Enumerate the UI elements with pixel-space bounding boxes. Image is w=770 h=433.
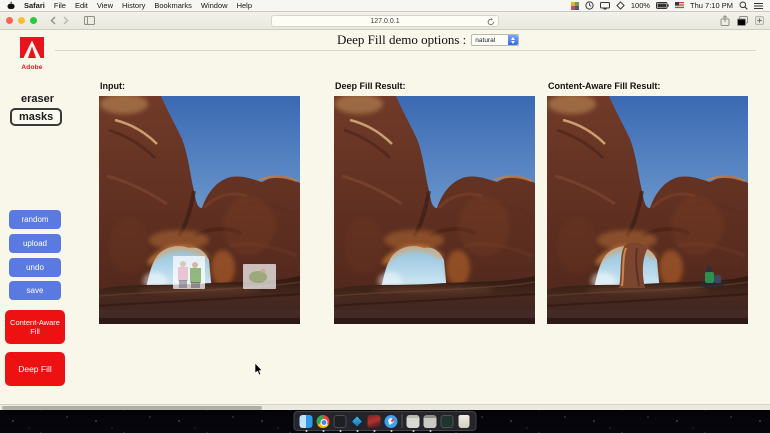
photos-icon[interactable]: [367, 414, 381, 432]
content-aware-result-label: Content-Aware Fill Result:: [548, 81, 661, 91]
input-image[interactable]: [99, 96, 300, 324]
dock-separator: [401, 414, 403, 428]
browser-toolbar: 127.0.0.1: [0, 12, 770, 30]
mouse-cursor: [254, 363, 263, 376]
menu-item-view[interactable]: View: [97, 1, 113, 10]
desktop: Safari File Edit View History Bookmarks …: [0, 0, 770, 433]
chrome-icon[interactable]: [316, 414, 330, 432]
adobe-logo: Adobe: [20, 37, 44, 71]
options-label: Deep Fill demo options :: [337, 32, 467, 47]
back-icon[interactable]: [50, 16, 56, 25]
options-dropdown[interactable]: natural: [471, 34, 520, 46]
forward-icon[interactable]: [63, 16, 69, 25]
clock-icon[interactable]: [585, 1, 594, 10]
deep-fill-result-label: Deep Fill Result:: [335, 81, 406, 91]
close-button[interactable]: [6, 17, 13, 24]
terminal-icon[interactable]: [333, 414, 347, 432]
adobe-logo-icon: [20, 37, 44, 58]
content-aware-result-image: [547, 96, 748, 324]
apple-icon[interactable]: [7, 1, 15, 10]
menu-item-bookmarks[interactable]: Bookmarks: [154, 1, 192, 10]
menu-item-edit[interactable]: Edit: [75, 1, 88, 10]
zoom-button[interactable]: [30, 17, 37, 24]
deep-fill-button[interactable]: Deep Fill: [5, 352, 65, 386]
dock: [293, 411, 477, 432]
divider: [55, 50, 756, 51]
battery-icon[interactable]: [656, 2, 669, 9]
content-aware-fill-button[interactable]: Content-Aware Fill: [5, 310, 65, 344]
menu-item-help[interactable]: Help: [237, 1, 252, 10]
minimized-window-1[interactable]: [406, 414, 420, 432]
masks-button[interactable]: masks: [10, 108, 63, 126]
upload-button[interactable]: upload: [9, 234, 61, 253]
options-selected-value: natural: [475, 36, 496, 44]
address-text: 127.0.0.1: [370, 17, 400, 25]
tab-overview-icon[interactable]: [737, 15, 748, 26]
virtualbox-icon[interactable]: [350, 414, 364, 432]
random-button[interactable]: random: [9, 210, 61, 229]
us-flag-icon[interactable]: [675, 2, 685, 9]
safari-icon[interactable]: [384, 414, 398, 432]
reload-icon[interactable]: [487, 18, 495, 26]
sidebar-icon[interactable]: [84, 16, 95, 25]
dropdown-arrows-icon: [508, 35, 519, 45]
minimized-window-2[interactable]: [423, 414, 437, 432]
share-icon[interactable]: [720, 15, 730, 26]
scrollbar-thumb[interactable]: [2, 406, 262, 410]
menu-item-file[interactable]: File: [54, 1, 66, 10]
finder-icon[interactable]: [299, 414, 313, 432]
menu-item-window[interactable]: Window: [201, 1, 228, 10]
address-bar[interactable]: 127.0.0.1: [271, 15, 499, 27]
display-icon[interactable]: [599, 1, 610, 10]
input-label: Input:: [100, 81, 125, 91]
menu-bar: Safari File Edit View History Bookmarks …: [0, 0, 770, 12]
horizontal-scrollbar[interactable]: [0, 404, 770, 410]
page-content: Adobe Deep Fill demo options : natural e…: [0, 30, 770, 409]
search-icon[interactable]: [739, 1, 748, 10]
eraser-tool[interactable]: eraser: [15, 93, 60, 105]
undo-button[interactable]: undo: [9, 258, 61, 277]
status-app-icon[interactable]: [570, 1, 579, 10]
save-button[interactable]: save: [9, 281, 61, 300]
dark-app-icon[interactable]: [440, 414, 454, 428]
adobe-logo-text: Adobe: [21, 64, 43, 71]
menu-list-icon[interactable]: [754, 2, 763, 10]
safari-window: 127.0.0.1 Adobe Deep Fill demo options:…: [0, 12, 770, 410]
deep-fill-result-image: [334, 96, 535, 324]
new-tab-icon[interactable]: [755, 16, 764, 25]
siri-icon[interactable]: [616, 1, 625, 10]
menu-item-safari[interactable]: Safari: [24, 1, 45, 10]
minimize-button[interactable]: [18, 17, 25, 24]
menu-clock[interactable]: Thu 7:10 PM: [690, 1, 733, 10]
battery-percent: 100%: [630, 1, 651, 10]
trash-icon[interactable]: [458, 414, 471, 428]
menu-item-history[interactable]: History: [122, 1, 145, 10]
